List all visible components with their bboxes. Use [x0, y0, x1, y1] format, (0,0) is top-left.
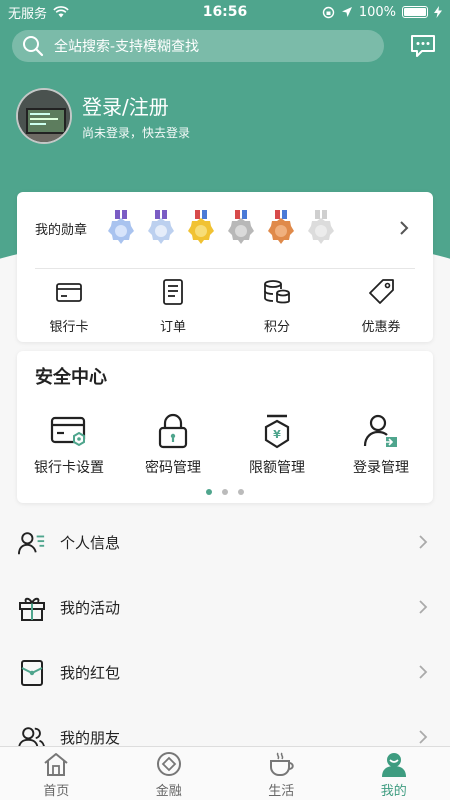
gift-icon — [18, 594, 46, 622]
asset-points[interactable]: 积分 — [225, 278, 329, 335]
security-label: 银行卡设置 — [34, 460, 104, 476]
asset-grid: 银行卡 订单 积分 优惠券 — [17, 278, 433, 335]
chevron-right-icon — [419, 665, 428, 679]
page-dot[interactable] — [222, 489, 228, 495]
chevron-right-icon — [419, 600, 428, 614]
medal-row[interactable]: 我的勋章 — [17, 192, 433, 264]
asset-label: 银行卡 — [49, 320, 89, 335]
search-placeholder: 全站搜索-支持模糊查找 — [54, 39, 200, 55]
user-info-icon — [18, 529, 46, 557]
bank-card-icon — [56, 283, 82, 302]
security-title: 安全中心 — [35, 367, 107, 388]
status-bar: 无服务 16:56 100% — [0, 0, 450, 24]
wifi-icon — [53, 6, 69, 18]
clock-text: 16:56 — [202, 4, 248, 20]
finance-icon — [156, 752, 181, 776]
chevron-right-icon[interactable] — [399, 220, 409, 236]
menu-list: 个人信息 我的活动 我的红包 我的朋友 — [0, 510, 450, 770]
assets-card: 我的勋章 银行卡 订单 积分 优惠券 — [17, 192, 433, 342]
page-dot[interactable] — [206, 489, 212, 495]
divider — [35, 268, 415, 269]
security-label: 登录管理 — [353, 460, 409, 476]
chevron-right-icon — [419, 535, 428, 549]
asset-order[interactable]: 订单 — [121, 278, 225, 335]
asset-label: 优惠券 — [361, 320, 401, 335]
profile-text: 登录/注册 尚未登录，快去登录 — [82, 91, 190, 141]
tab-label: 首页 — [43, 784, 70, 799]
asset-label: 订单 — [159, 320, 186, 335]
medal-list — [107, 210, 335, 246]
menu-item-red-packet[interactable]: 我的红包 — [0, 640, 450, 705]
login-manage-icon — [363, 414, 397, 447]
medal-lightblue-icon — [148, 210, 174, 244]
medal-gold-icon — [188, 210, 214, 244]
status-right: 100% — [292, 5, 442, 20]
life-icon — [270, 752, 294, 776]
security-password[interactable]: 密码管理 — [121, 413, 225, 477]
home-icon — [44, 753, 68, 776]
message-icon — [411, 35, 435, 57]
security-card-settings[interactable]: 银行卡设置 — [17, 413, 121, 477]
security-grid: 银行卡设置 密码管理 ¥ 限额管理 登录管理 — [17, 413, 433, 477]
tab-life[interactable]: 生活 — [225, 747, 338, 800]
medal-label: 我的勋章 — [35, 222, 88, 238]
menu-label: 个人信息 — [60, 534, 121, 552]
search-icon — [22, 35, 44, 57]
avatar[interactable] — [16, 88, 72, 144]
tab-label: 生活 — [268, 784, 295, 799]
red-packet-icon — [18, 659, 46, 687]
menu-label: 我的红包 — [60, 664, 121, 682]
tab-home[interactable]: 首页 — [0, 747, 113, 800]
asset-coupon[interactable]: 优惠券 — [329, 278, 433, 335]
search-input[interactable]: 全站搜索-支持模糊查找 — [12, 30, 384, 62]
tab-label: 金融 — [155, 784, 182, 799]
profile-icon — [381, 753, 406, 777]
battery-icon — [402, 6, 428, 18]
menu-label: 我的朋友 — [60, 729, 121, 747]
status-left: 无服务 — [8, 3, 158, 22]
security-label: 密码管理 — [145, 460, 201, 476]
security-limit[interactable]: ¥ 限额管理 — [225, 413, 329, 477]
tab-bar: 首页 金融 生活 我的 — [0, 746, 450, 800]
medal-bronze-icon — [268, 210, 294, 244]
tab-finance[interactable]: 金融 — [113, 747, 226, 800]
asset-bank-card[interactable]: 银行卡 — [17, 278, 121, 335]
login-hint: 尚未登录，快去登录 — [82, 126, 191, 140]
medal-silver-icon — [228, 210, 254, 244]
medal-blue-icon — [108, 210, 134, 244]
menu-item-personal-info[interactable]: 个人信息 — [0, 510, 450, 575]
battery-percent: 100% — [358, 4, 396, 20]
rotation-lock-icon — [322, 6, 335, 18]
chevron-right-icon — [419, 730, 428, 744]
card-settings-icon — [50, 416, 86, 447]
security-login[interactable]: 登录管理 — [329, 413, 433, 477]
lock-icon — [158, 413, 188, 449]
tab-mine[interactable]: 我的 — [338, 747, 450, 800]
points-icon — [264, 280, 290, 304]
profile-section[interactable]: 登录/注册 尚未登录，快去登录 — [16, 88, 190, 144]
location-icon — [341, 7, 352, 17]
carrier-text: 无服务 — [8, 6, 48, 22]
tab-label: 我的 — [380, 784, 407, 799]
login-register-link[interactable]: 登录/注册 — [82, 91, 190, 120]
message-button[interactable] — [408, 32, 438, 60]
asset-label: 积分 — [263, 320, 290, 335]
page-dot[interactable] — [238, 489, 244, 495]
page-indicator — [17, 489, 433, 495]
order-icon — [163, 279, 183, 305]
security-label: 限额管理 — [249, 460, 305, 476]
coupon-icon — [369, 279, 394, 304]
menu-label: 我的活动 — [60, 599, 121, 617]
medal-grey-icon — [308, 210, 334, 244]
security-center-card: 安全中心 银行卡设置 密码管理 ¥ 限额管理 登录管理 — [17, 351, 433, 503]
limit-icon: ¥ — [264, 414, 290, 449]
svg-text:¥: ¥ — [273, 428, 281, 441]
menu-item-my-activities[interactable]: 我的活动 — [0, 575, 450, 640]
charging-icon — [434, 6, 442, 18]
